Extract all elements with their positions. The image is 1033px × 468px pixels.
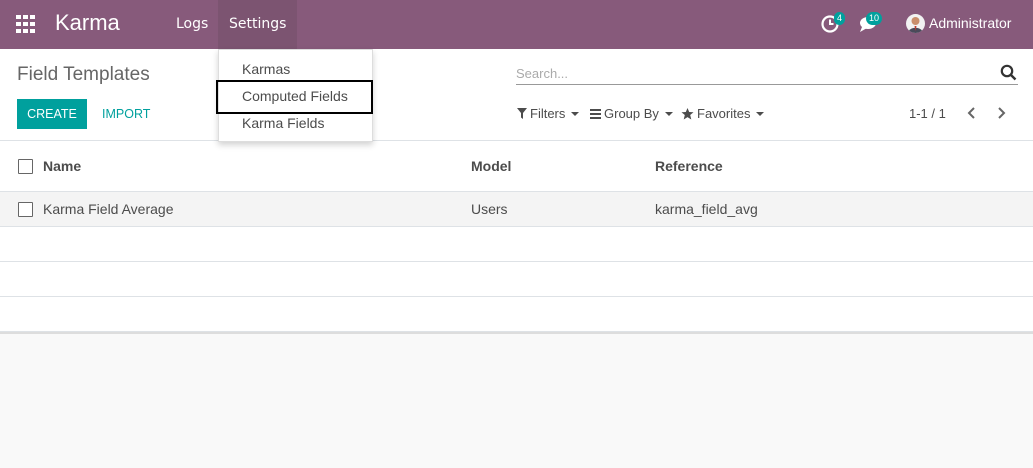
favorites-toggle[interactable]: Favorites (681, 106, 765, 121)
chat-count-badge: 10 (866, 12, 883, 25)
menu-logs[interactable]: Logs (165, 0, 219, 49)
create-button[interactable]: CREATE (17, 99, 87, 129)
user-avatar[interactable] (906, 14, 925, 33)
caret-down-icon (664, 111, 673, 116)
app-brand[interactable]: Karma (55, 10, 120, 36)
favorites-label: Favorites (697, 106, 751, 121)
groupby-label: Group By (604, 106, 659, 121)
control-panel: Field Templates CREATE IMPORT Filters Gr… (0, 49, 1033, 141)
menu-item-karmas[interactable]: Karmas (242, 61, 290, 77)
empty-row (0, 297, 1033, 332)
row-checkbox[interactable] (18, 202, 33, 217)
chevron-left-icon[interactable] (965, 105, 979, 121)
select-all-checkbox[interactable] (18, 159, 33, 174)
search-bar (516, 61, 1018, 85)
empty-row (0, 227, 1033, 262)
filters-toggle[interactable]: Filters (517, 106, 580, 121)
highlight-box (216, 80, 373, 114)
filters-label: Filters (530, 106, 566, 121)
pager-value[interactable]: 1-1 / 1 (909, 106, 946, 121)
activity-count-badge: 4 (834, 12, 846, 25)
menu-item-karma-fields[interactable]: Karma Fields (242, 115, 324, 131)
chevron-right-icon[interactable] (994, 105, 1008, 121)
column-header-name[interactable]: Name (43, 158, 81, 174)
caret-down-icon (756, 111, 765, 116)
import-button[interactable]: IMPORT (102, 99, 150, 129)
menu-settings[interactable]: Settings (218, 0, 298, 49)
cell-name: Karma Field Average (43, 201, 174, 217)
search-icon[interactable] (1000, 64, 1017, 81)
caret-down-icon (571, 111, 580, 116)
column-header-reference[interactable]: Reference (655, 158, 723, 174)
cell-model: Users (471, 201, 508, 217)
table-header: Name Model Reference (0, 141, 1033, 192)
table-row[interactable]: Karma Field Average Users karma_field_av… (0, 192, 1033, 227)
list-icon (590, 108, 601, 119)
list-view-table: Name Model Reference Karma Field Average… (0, 141, 1033, 334)
search-input[interactable] (516, 63, 986, 83)
groupby-toggle[interactable]: Group By (590, 106, 673, 121)
page-title: Field Templates (17, 64, 150, 85)
apps-grid-icon[interactable] (16, 15, 36, 33)
empty-row (0, 262, 1033, 297)
user-name[interactable]: Administrator (929, 15, 1011, 31)
settings-dropdown-menu: Karmas Computed Fields Karma Fields (216, 49, 373, 142)
column-header-model[interactable]: Model (471, 158, 511, 174)
filter-icon (517, 108, 527, 119)
table-footer-line (0, 332, 1033, 334)
top-navbar: Karma Logs Settings 4 10 Administrator (0, 0, 1033, 49)
star-icon (681, 107, 694, 119)
cell-reference: karma_field_avg (655, 201, 758, 217)
